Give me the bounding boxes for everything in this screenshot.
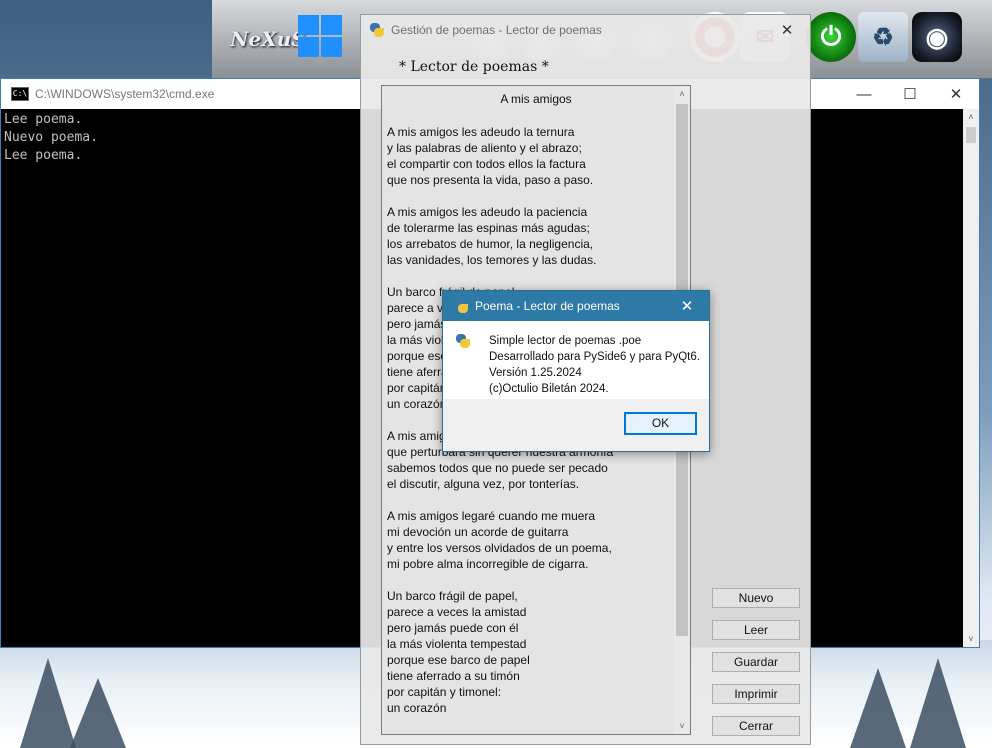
cmd-scroll-up-icon[interactable]: ˄ (963, 109, 979, 125)
tree-silhouette (910, 658, 966, 748)
poem-scroll-up-icon[interactable]: ˄ (674, 86, 690, 102)
dialog-footer: OK (443, 399, 709, 451)
nuevo-button[interactable]: Nuevo (712, 588, 800, 608)
dialog-line: Desarrollado para PySide6 y para PyQt6. (489, 351, 700, 363)
ok-button[interactable]: OK (624, 412, 697, 435)
camera-icon[interactable]: ◉ (912, 12, 962, 62)
recycle-bin-icon[interactable]: ♻ (858, 12, 908, 62)
cmd-scrollbar[interactable]: ˄ ˅ (963, 109, 979, 647)
python-icon (369, 22, 385, 38)
reader-title: Gestión de poemas - Lector de poemas (391, 23, 602, 37)
cmd-scroll-thumb[interactable] (966, 127, 976, 143)
dialog-line: Simple lector de poemas .poe (489, 335, 642, 347)
cmd-minimize-button[interactable]: — (841, 79, 887, 109)
dialog-titlebar[interactable]: Poema - Lector de poemas ✕ (443, 291, 709, 321)
dialog-title: Poema - Lector de poemas (475, 299, 620, 313)
dialog-line: Versión 1.25.2024 (489, 367, 582, 379)
dialog-message: Simple lector de poemas .poe Desarrollad… (489, 333, 700, 397)
nexus-logo: NeXuS (230, 27, 306, 51)
tree-silhouette (20, 658, 76, 748)
tree-silhouette (70, 678, 126, 748)
python-icon (455, 333, 471, 349)
power-icon[interactable]: ⏻ (806, 12, 856, 62)
imprimir-button[interactable]: Imprimir (712, 684, 800, 704)
windows-logo-icon[interactable] (296, 12, 346, 62)
reader-heading: * Lector de poemas * (399, 59, 549, 75)
guardar-button[interactable]: Guardar (712, 652, 800, 672)
cerrar-button[interactable]: Cerrar (712, 716, 800, 736)
poem-scroll-down-icon[interactable]: ˅ (674, 718, 690, 734)
dialog-close-button[interactable]: ✕ (665, 297, 709, 315)
cmd-scroll-down-icon[interactable]: ˅ (963, 631, 979, 647)
tree-silhouette (850, 668, 906, 748)
leer-button[interactable]: Leer (712, 620, 800, 640)
cmd-close-button[interactable]: ✕ (933, 79, 979, 109)
reader-titlebar[interactable]: Gestión de poemas - Lector de poemas ✕ (361, 15, 810, 45)
dialog-line: (c)Octulio Biletán 2024. (489, 383, 609, 395)
cmd-maximize-button[interactable]: ☐ (887, 79, 933, 109)
about-dialog: Poema - Lector de poemas ✕ Simple lector… (442, 290, 710, 452)
python-icon (453, 298, 469, 314)
cmd-icon: C:\ (11, 87, 29, 101)
poem-title: A mis amigos (500, 92, 572, 106)
reader-close-button[interactable]: ✕ (764, 15, 810, 45)
dialog-body: Simple lector de poemas .poe Desarrollad… (443, 321, 709, 399)
